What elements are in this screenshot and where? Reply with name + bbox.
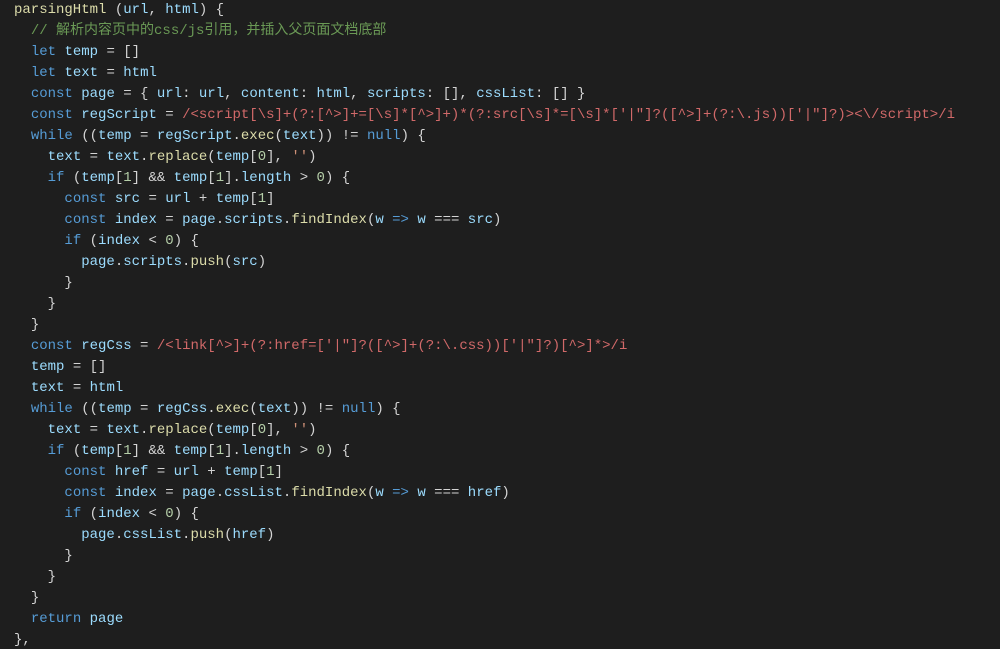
code-line[interactable]: const href = url + temp[1] xyxy=(14,462,1000,483)
code-line[interactable]: let text = html xyxy=(14,63,1000,84)
code-line[interactable]: temp = [] xyxy=(14,357,1000,378)
code-line[interactable]: if (index < 0) { xyxy=(14,504,1000,525)
code-line[interactable]: const index = page.scripts.findIndex(w =… xyxy=(14,210,1000,231)
code-line[interactable]: while ((temp = regScript.exec(text)) != … xyxy=(14,126,1000,147)
code-line[interactable]: const regScript = /<script[\s]+(?:[^>]+=… xyxy=(14,105,1000,126)
code-line[interactable]: } xyxy=(14,315,1000,336)
code-line[interactable]: parsingHtml (url, html) { xyxy=(14,0,1000,21)
code-line[interactable]: if (index < 0) { xyxy=(14,231,1000,252)
code-line[interactable]: if (temp[1] && temp[1].length > 0) { xyxy=(14,441,1000,462)
code-line[interactable]: }, xyxy=(14,630,1000,649)
code-line[interactable]: } xyxy=(14,294,1000,315)
code-line[interactable]: const page = { url: url, content: html, … xyxy=(14,84,1000,105)
code-line[interactable]: const regCss = /<link[^>]+(?:href=['|"]?… xyxy=(14,336,1000,357)
code-line[interactable]: text = html xyxy=(14,378,1000,399)
code-line[interactable]: page.scripts.push(src) xyxy=(14,252,1000,273)
code-line[interactable]: } xyxy=(14,567,1000,588)
code-line[interactable]: // 解析内容页中的css/js引用，并插入父页面文档底部 xyxy=(14,21,1000,42)
code-line[interactable]: let temp = [] xyxy=(14,42,1000,63)
code-line[interactable]: text = text.replace(temp[0], '') xyxy=(14,420,1000,441)
code-line[interactable]: const index = page.cssList.findIndex(w =… xyxy=(14,483,1000,504)
code-line[interactable]: if (temp[1] && temp[1].length > 0) { xyxy=(14,168,1000,189)
code-line[interactable]: while ((temp = regCss.exec(text)) != nul… xyxy=(14,399,1000,420)
code-line[interactable]: return page xyxy=(14,609,1000,630)
code-line[interactable]: text = text.replace(temp[0], '') xyxy=(14,147,1000,168)
code-line[interactable]: page.cssList.push(href) xyxy=(14,525,1000,546)
code-line[interactable]: } xyxy=(14,546,1000,567)
code-line[interactable]: } xyxy=(14,588,1000,609)
code-line[interactable]: } xyxy=(14,273,1000,294)
code-line[interactable]: const src = url + temp[1] xyxy=(14,189,1000,210)
code-editor[interactable]: parsingHtml (url, html) { // 解析内容页中的css/… xyxy=(0,0,1000,649)
